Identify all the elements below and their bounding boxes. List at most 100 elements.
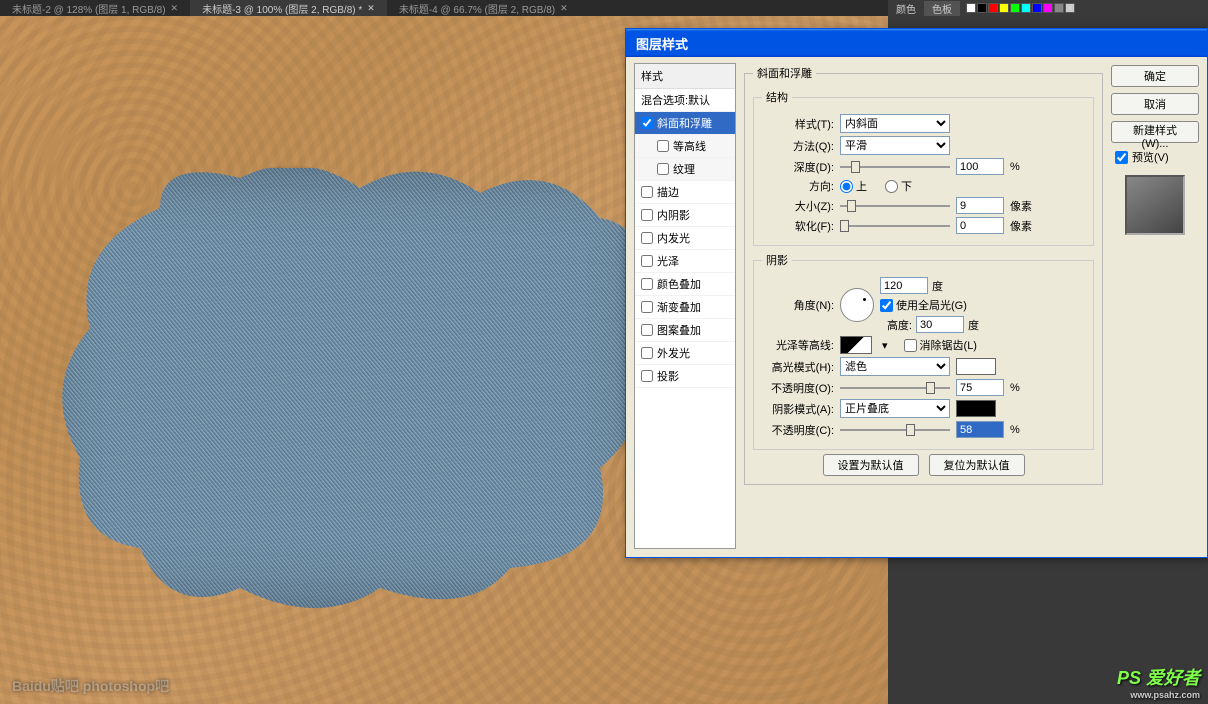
effect-patternoverlay[interactable]: 图案叠加 [635,319,735,342]
hlmode-select[interactable]: 滤色 [840,357,950,376]
swatch[interactable] [999,3,1009,13]
effect-satin[interactable]: 光泽 [635,250,735,273]
hlmode-label: 高光模式(H): [762,359,834,375]
close-icon[interactable]: ✕ [367,3,375,14]
shmode-select[interactable]: 正片叠底 [840,399,950,418]
unit: % [1010,161,1020,173]
soften-input[interactable] [956,217,1004,234]
swatch[interactable] [1010,3,1020,13]
gloss-contour-picker[interactable] [840,336,872,354]
swatch[interactable] [1043,3,1053,13]
style-select[interactable]: 内斜面 [840,114,950,133]
global-label: 使用全局光(G) [896,297,967,313]
size-slider[interactable] [840,198,950,214]
style-label: 样式(T): [762,116,834,132]
effect-coloroverlay[interactable]: 颜色叠加 [635,273,735,296]
color-panel-tab[interactable]: 颜色 [888,1,924,16]
effect-check[interactable] [657,163,669,175]
angle-label: 角度(N): [762,297,834,313]
angle-dial[interactable] [840,288,874,322]
section-title: 斜面和浮雕 [753,65,816,81]
global-light-check[interactable] [880,299,893,312]
effect-dropshadow[interactable]: 投影 [635,365,735,388]
preview-label: 预览(V) [1132,149,1169,165]
unit: 度 [968,317,979,333]
technique-select[interactable]: 平滑 [840,136,950,155]
antialias-check[interactable] [904,339,917,352]
effect-check[interactable] [641,209,653,221]
hl-color-swatch[interactable] [956,358,996,375]
hlop-slider[interactable] [840,380,950,396]
effect-contour[interactable]: 等高线 [635,135,735,158]
panel-header: 颜色 色板 [888,0,1208,16]
unit: 度 [932,278,943,294]
shop-slider[interactable] [840,422,950,438]
effect-check[interactable] [641,347,653,359]
shop-label: 不透明度(C): [762,422,834,438]
effect-check[interactable] [641,370,653,382]
bevel-fieldset: 斜面和浮雕 结构 样式(T):内斜面 方法(Q):平滑 深度(D):% 方向: … [744,65,1103,485]
hlop-input[interactable] [956,379,1004,396]
swatch[interactable] [1054,3,1064,13]
effect-stroke[interactable]: 描边 [635,181,735,204]
new-style-button[interactable]: 新建样式(W)... [1111,121,1199,143]
effect-bevel[interactable]: 斜面和浮雕 [635,112,735,135]
swatches-panel-tab[interactable]: 色板 [924,1,960,16]
swatch[interactable] [977,3,987,13]
reset-default-button[interactable]: 复位为默认值 [929,454,1025,476]
dir-down-radio[interactable] [885,180,898,193]
depth-input[interactable] [956,158,1004,175]
effect-check[interactable] [641,232,653,244]
swatch[interactable] [988,3,998,13]
doc-tab-active[interactable]: 未标题-3 @ 100% (图层 2, RGB/8) *✕ [190,0,387,16]
unit: 像素 [1010,218,1032,234]
close-icon[interactable]: ✕ [171,3,179,14]
effect-check[interactable] [641,278,653,290]
preview-check[interactable] [1115,151,1128,164]
blend-options-row[interactable]: 混合选项:默认 [635,89,735,112]
watermark-right: PS 爱好者www.psahz.com [1117,664,1200,700]
depth-label: 深度(D): [762,159,834,175]
unit: % [1010,382,1020,394]
unit: 像素 [1010,198,1032,214]
swatch[interactable] [966,3,976,13]
doc-tab[interactable]: 未标题-2 @ 128% (图层 1, RGB/8)✕ [0,0,190,16]
down-label: 下 [901,178,912,194]
effect-check[interactable] [641,301,653,313]
dir-up-radio[interactable] [840,180,853,193]
make-default-button[interactable]: 设置为默认值 [823,454,919,476]
denim-cloud-shape [40,168,650,608]
shading-legend: 阴影 [762,252,792,268]
effect-check[interactable] [657,140,669,152]
swatch[interactable] [1065,3,1075,13]
structure-legend: 结构 [762,89,792,105]
ok-button[interactable]: 确定 [1111,65,1199,87]
effect-texture[interactable]: 纹理 [635,158,735,181]
effect-gradoverlay[interactable]: 渐变叠加 [635,296,735,319]
anti-label: 消除锯齿(L) [920,337,977,353]
swatch[interactable] [1032,3,1042,13]
angle-input[interactable] [880,277,928,294]
structure-fieldset: 结构 样式(T):内斜面 方法(Q):平滑 深度(D):% 方向: 上 下 大小… [753,89,1094,246]
altitude-label: 高度: [880,317,912,333]
effect-outerglow[interactable]: 外发光 [635,342,735,365]
effect-check[interactable] [641,117,653,129]
effect-innershadow[interactable]: 内阴影 [635,204,735,227]
soften-slider[interactable] [840,218,950,234]
cancel-button[interactable]: 取消 [1111,93,1199,115]
shop-input[interactable] [956,421,1004,438]
altitude-input[interactable] [916,316,964,333]
dialog-titlebar[interactable]: 图层样式 [626,29,1207,57]
depth-slider[interactable] [840,159,950,175]
doc-tab[interactable]: 未标题-4 @ 66.7% (图层 2, RGB/8)✕ [387,0,580,16]
sh-color-swatch[interactable] [956,400,996,417]
effect-check[interactable] [641,186,653,198]
styles-header[interactable]: 样式 [635,64,735,89]
effect-check[interactable] [641,255,653,267]
effect-innerglow[interactable]: 内发光 [635,227,735,250]
effect-check[interactable] [641,324,653,336]
size-input[interactable] [956,197,1004,214]
swatch[interactable] [1021,3,1031,13]
size-label: 大小(Z): [762,198,834,214]
close-icon[interactable]: ✕ [560,3,568,14]
